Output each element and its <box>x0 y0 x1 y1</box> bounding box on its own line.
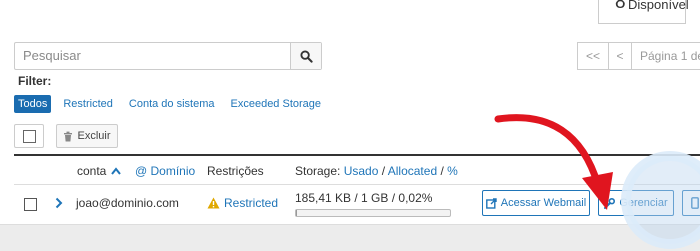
access-webmail-label: Acessar Webmail <box>500 197 587 209</box>
select-all-button[interactable] <box>14 124 44 148</box>
manage-button[interactable]: Gerenciar <box>598 190 674 216</box>
storage-usage-text: 185,41 KB / 1 GB / 0,02% <box>295 191 433 205</box>
manage-label: Gerenciar <box>619 197 668 209</box>
restrictions-header[interactable]: Restrições <box>207 164 264 178</box>
domain-header-label: @ Domínio <box>135 164 196 178</box>
email-accounts-panel: 8 Disponível << < Página 1 de Filter: To… <box>0 0 700 224</box>
domain-header: @ Domínio <box>135 164 195 178</box>
available-label: Disponível <box>628 0 689 12</box>
sort-conta-header[interactable]: conta <box>77 164 121 178</box>
warning-icon <box>207 197 220 209</box>
filter-exceeded-storage[interactable]: Exceeded Storage <box>227 95 326 113</box>
conta-header-label: conta <box>77 164 107 178</box>
trash-icon <box>64 131 73 141</box>
access-webmail-button[interactable]: Acessar Webmail <box>482 190 590 216</box>
filter-label: Filter: <box>18 74 52 88</box>
sort-used[interactable]: Usado <box>344 164 379 178</box>
chevron-right-icon[interactable] <box>55 197 63 209</box>
sort-allocated[interactable]: Allocated <box>388 164 437 178</box>
storage-header: Storage: Usado / Allocated / % <box>295 164 458 178</box>
page-indicator: Página 1 de <box>631 42 700 70</box>
storage-progress-fill <box>296 210 297 216</box>
filter-options: Todos Restricted Conta do sistema Exceed… <box>14 95 333 113</box>
wrench-icon <box>604 197 616 209</box>
restriction-label: Restricted <box>224 196 279 210</box>
search-box <box>14 42 322 70</box>
external-link-icon <box>485 197 497 209</box>
prev-page-button[interactable]: < <box>608 42 632 70</box>
filter-system-account[interactable]: Conta do sistema <box>125 95 219 113</box>
filter-restricted[interactable]: Restricted <box>59 95 117 113</box>
table-row: joao@dominio.com Restricted 185,41 KB / … <box>14 183 700 223</box>
available-accounts-box: 8 Disponível <box>598 0 689 24</box>
storage-header-label: Storage: <box>295 164 341 178</box>
filter-todos[interactable]: Todos <box>14 95 52 113</box>
available-count: 8 <box>615 0 626 13</box>
sort-up-icon <box>110 167 121 175</box>
row-checkbox[interactable] <box>24 198 37 211</box>
mobile-config-button[interactable] <box>682 190 700 216</box>
restriction-status[interactable]: Restricted <box>207 196 278 210</box>
account-email: joao@dominio.com <box>76 196 179 210</box>
search-button[interactable] <box>290 43 321 69</box>
delete-button[interactable]: Excluir <box>56 124 118 148</box>
storage-progress-bar <box>295 209 451 217</box>
first-page-button[interactable]: << <box>577 42 609 70</box>
bottom-band <box>0 224 700 251</box>
mobile-icon <box>691 197 699 209</box>
pagination: << < Página 1 de <box>577 42 700 70</box>
table-header: conta @ Domínio Restrições Storage: Usad… <box>14 154 700 185</box>
delete-label: Excluir <box>77 130 111 142</box>
sort-percent[interactable]: % <box>447 164 458 178</box>
search-input[interactable] <box>15 43 293 67</box>
search-icon <box>299 49 313 63</box>
select-all-checkbox[interactable] <box>23 130 36 143</box>
